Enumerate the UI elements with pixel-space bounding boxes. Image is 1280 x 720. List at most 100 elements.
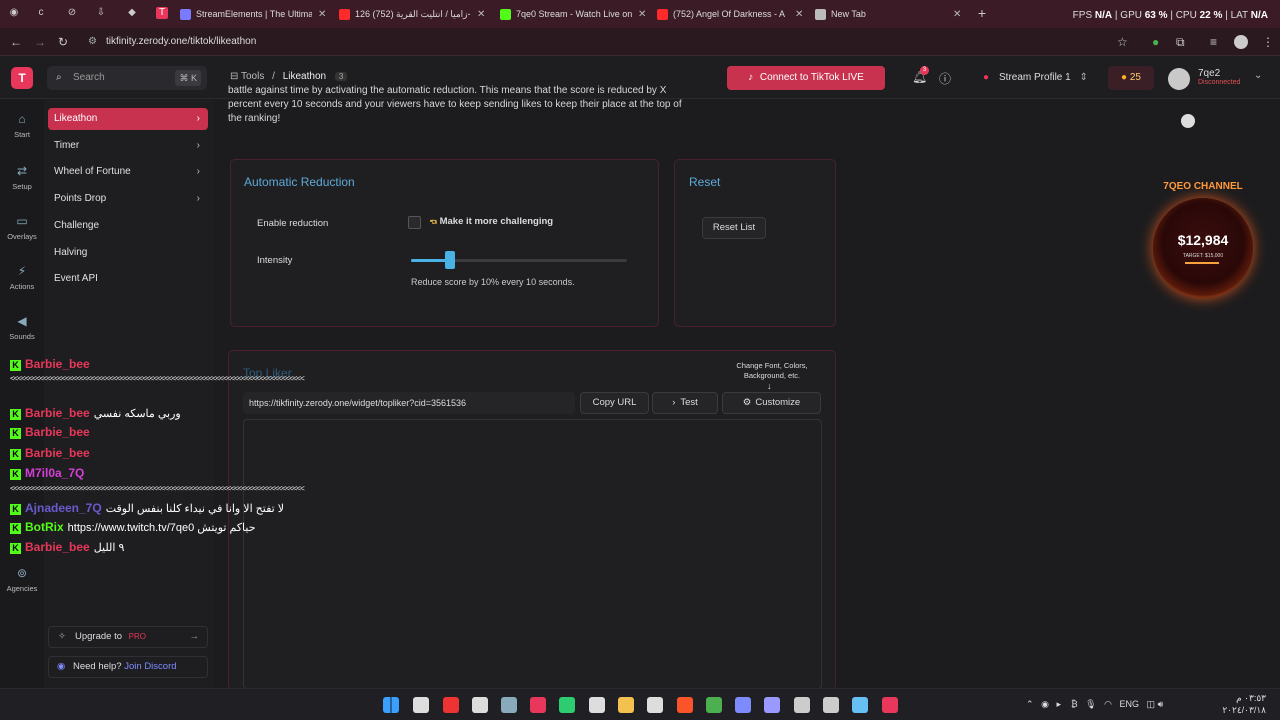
settings-icon[interactable] — [501, 697, 517, 713]
gear-icon: ⚙ — [742, 397, 752, 408]
url-field[interactable]: ⚙ tikfinity.zerody.one/tiktok/likeathon — [82, 32, 1142, 52]
submenu-item-halving[interactable]: Halving — [48, 242, 208, 264]
app-icon[interactable] — [589, 697, 605, 713]
test-button[interactable]: › Test — [652, 392, 718, 414]
search-placeholder: Search — [73, 72, 105, 83]
tab-close-icon[interactable]: ✕ — [318, 9, 326, 20]
play-icon[interactable]: ▸ — [1056, 699, 1061, 709]
extensions-puzzle-icon[interactable]: ⧉ — [1176, 35, 1185, 50]
rail-item-overlays[interactable]: ▭ Overlays — [0, 214, 44, 241]
rail-item-setup[interactable]: ⇄ Setup — [0, 164, 44, 191]
chat-username: Ajnadeen_7Q — [25, 501, 102, 515]
browser-menu-icon[interactable]: ⋮ — [1262, 35, 1274, 49]
tiktok-icon[interactable] — [882, 697, 898, 713]
reload-icon[interactable]: ↻ — [58, 35, 68, 49]
windows-start-icon[interactable] — [383, 697, 399, 713]
rail-item-agencies[interactable]: ⊚ Agencies — [0, 566, 44, 593]
network-icon[interactable]: ◫ — [1147, 699, 1156, 709]
steam-icon[interactable] — [647, 697, 663, 713]
extension-icon[interactable]: ● — [1152, 35, 1159, 49]
back-icon[interactable]: ← — [10, 35, 22, 49]
join-discord-link[interactable]: Join Discord — [124, 661, 176, 672]
submenu-item-likeathon[interactable]: Likeathon › — [48, 108, 208, 130]
rail-item-sounds[interactable]: ◀︎ Sounds — [0, 314, 44, 341]
app-icon[interactable] — [559, 697, 575, 713]
url-text: tikfinity.zerody.one/tiktok/likeathon — [106, 36, 257, 47]
brave-icon[interactable] — [677, 697, 693, 713]
help-icon[interactable]: ⓘ — [939, 70, 951, 87]
clock[interactable]: ٠٣:٥٣ م ٢٠٢٤/٠٣/١٨ — [1222, 692, 1266, 716]
chat-username: Barbie_bee — [25, 357, 90, 371]
breadcrumb-tools[interactable]: Tools — [241, 71, 264, 82]
tab-close-icon[interactable]: ✕ — [953, 9, 961, 20]
cpu-label: CPU — [1175, 10, 1197, 21]
app-icon[interactable] — [472, 697, 488, 713]
app-icon[interactable] — [530, 697, 546, 713]
reading-list-icon[interactable]: ≡ — [1210, 35, 1217, 49]
pinned-tab-icon[interactable]: ⊘ — [66, 7, 78, 19]
user-menu[interactable]: 7qe2 Disconnected ⌄ — [1168, 66, 1268, 92]
submenu-item-challenge[interactable]: Challenge — [48, 215, 208, 237]
stream-profile-select[interactable]: ● Stream Profile 1 ⇕ — [975, 66, 1095, 90]
new-tab-button[interactable]: + — [976, 6, 988, 20]
volume-icon[interactable]: 🔊︎ — [1158, 699, 1164, 709]
language-indicator[interactable]: ENG — [1120, 699, 1140, 709]
pinned-tab-icon[interactable]: ⇩ — [95, 7, 107, 19]
webcam-avatar — [1181, 114, 1195, 128]
bitcoin-icon[interactable]: ₿ — [1071, 699, 1078, 709]
tikfinity-logo[interactable]: T — [11, 67, 33, 89]
search-icon[interactable] — [413, 697, 429, 713]
chat-username: M7il0a_7Q — [25, 466, 85, 480]
kick-icon: K — [10, 543, 21, 554]
widget-url-field[interactable]: https://tikfinity.zerody.one/widget/topl… — [243, 392, 575, 414]
browser-tab[interactable]: StreamElements | The Ultimate ✕ — [180, 4, 330, 24]
customize-button[interactable]: ⚙ Customize — [722, 392, 821, 414]
file-explorer-icon[interactable] — [618, 697, 634, 713]
chevron-up-icon[interactable]: ⌃ — [1026, 699, 1034, 709]
browser-tab[interactable]: زاميا / انتليت القرية (752) 126- ✕ — [339, 4, 489, 24]
submenu-item-points-drop[interactable]: Points Drop › — [48, 188, 208, 210]
mic-icon[interactable]: 🎙︎ — [1085, 699, 1096, 709]
tab-label: New Tab — [831, 9, 866, 19]
site-info-icon[interactable]: ⚙ — [88, 32, 97, 52]
home-icon: ⌂ — [18, 112, 26, 126]
coins-badge[interactable]: ● 25 — [1108, 66, 1154, 90]
tab-close-icon[interactable]: ✕ — [638, 9, 646, 20]
submenu-item-timer[interactable]: Timer › — [48, 135, 208, 157]
reset-list-button[interactable]: Reset List — [702, 217, 766, 239]
browser-tab[interactable]: New Tab ✕ — [815, 4, 965, 24]
premiere-icon[interactable] — [764, 697, 780, 713]
discord-tray-icon[interactable]: ◉ — [1041, 699, 1049, 709]
pinned-tab-icon[interactable]: ◉ — [8, 7, 20, 19]
app-icon[interactable] — [443, 697, 459, 713]
intensity-slider-track[interactable] — [411, 259, 627, 262]
connect-label: Connect to TikTok LIVE — [759, 72, 864, 83]
bookmark-star-icon[interactable]: ☆ — [1117, 35, 1128, 49]
pinned-tab-tikfinity-icon[interactable]: T — [156, 7, 168, 19]
discord-icon[interactable] — [735, 697, 751, 713]
app-icon[interactable] — [794, 697, 810, 713]
tab-close-icon[interactable]: ✕ — [477, 9, 485, 20]
submenu-item-wheel-of-fortune[interactable]: Wheel of Fortune › — [48, 161, 208, 183]
rail-item-actions[interactable]: ⚡︎ Actions — [0, 264, 44, 291]
tab-close-icon[interactable]: ✕ — [795, 9, 803, 20]
connect-tiktok-button[interactable]: ♪ Connect to TikTok LIVE — [727, 66, 885, 90]
browser-profile-avatar[interactable] — [1234, 35, 1248, 49]
browser-tab[interactable]: (752) Angel Of Darkness - A ✕ — [657, 4, 807, 24]
copy-url-button[interactable]: Copy URL — [580, 392, 649, 414]
intensity-slider-thumb[interactable] — [444, 251, 455, 269]
pinned-tab-icon[interactable]: ◆ — [126, 7, 138, 19]
steam-icon[interactable] — [852, 697, 868, 713]
app-icon[interactable] — [823, 697, 839, 713]
rail-item-start[interactable]: ⌂ Start — [0, 112, 44, 139]
pinned-tab-icon[interactable]: c — [35, 7, 47, 19]
browser-tab[interactable]: 7qe0 Stream - Watch Live on Ki ✕ — [500, 4, 650, 24]
upgrade-button[interactable]: ✧ Upgrade to PRO → — [48, 626, 208, 648]
submenu-item-event-api[interactable]: Event API — [48, 268, 208, 290]
customize-label: Customize — [755, 397, 801, 408]
chrome-icon[interactable] — [706, 697, 722, 713]
enable-reduction-checkbox[interactable] — [408, 216, 421, 229]
search-input[interactable]: ⌕ Search ⌘ K — [47, 66, 207, 90]
forward-icon[interactable]: → — [34, 35, 46, 49]
wifi-icon[interactable]: ◠ — [1104, 699, 1112, 709]
